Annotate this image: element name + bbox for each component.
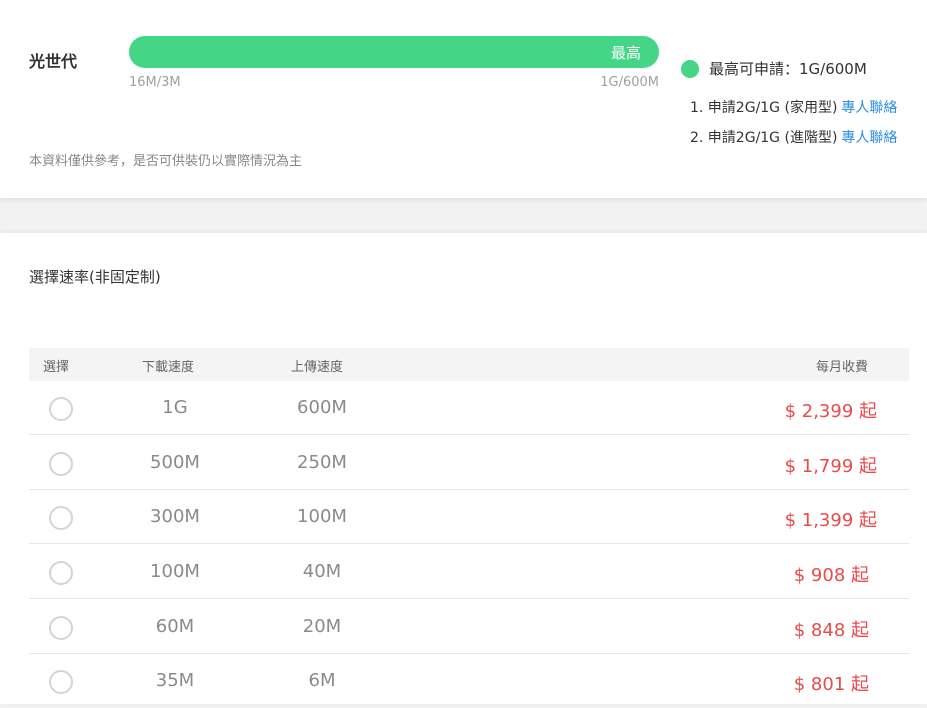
disclaimer-text: 本資料僅供參考，是否可供裝仍以實際情況為主 bbox=[29, 154, 303, 169]
radio-button[interactable] bbox=[49, 616, 73, 640]
header-select: 選擇 bbox=[43, 360, 70, 375]
table-row[interactable]: 500M 250M $ 1,799 起 bbox=[29, 436, 909, 490]
section-title: 選擇速率(非固定制) bbox=[29, 268, 161, 286]
upload-speed: 40M bbox=[302, 561, 342, 582]
upload-speed: 100M bbox=[297, 506, 347, 527]
provider-name: 光世代 bbox=[29, 52, 78, 71]
upload-speed: 20M bbox=[302, 616, 342, 637]
radio-button[interactable] bbox=[49, 670, 73, 694]
download-speed: 300M bbox=[150, 506, 200, 527]
legend-text: 最高可申請：1G/600M bbox=[709, 60, 867, 78]
header-upload: 上傳速度 bbox=[291, 360, 344, 375]
monthly-price: $ 908 起 bbox=[793, 565, 869, 586]
download-speed: 500M bbox=[150, 452, 200, 473]
radio-button[interactable] bbox=[49, 506, 73, 530]
speed-bar-max-label: 1G/600M bbox=[600, 75, 659, 90]
plan-item: 1. 申請2G/1G (家用型) 專人聯絡 bbox=[690, 97, 897, 117]
upload-speed: 250M bbox=[297, 452, 347, 473]
speed-bar: 最高 bbox=[129, 36, 659, 68]
contact-link[interactable]: 專人聯絡 bbox=[841, 100, 897, 116]
table-row[interactable]: 35M 6M $ 801 起 bbox=[29, 654, 909, 708]
monthly-price: $ 1,799 起 bbox=[784, 456, 877, 477]
table-header: 選擇 下載速度 上傳速度 每月收費 bbox=[29, 348, 909, 381]
radio-button[interactable] bbox=[49, 452, 73, 476]
radio-button[interactable] bbox=[49, 561, 73, 585]
download-speed: 35M bbox=[155, 670, 195, 691]
table-row[interactable]: 60M 20M $ 848 起 bbox=[29, 600, 909, 654]
header-download: 下載速度 bbox=[142, 360, 195, 375]
speed-bar-min-label: 16M/3M bbox=[129, 75, 181, 90]
monthly-price: $ 801 起 bbox=[793, 674, 869, 695]
table-row[interactable]: 1G 600M $ 2,399 起 bbox=[29, 381, 909, 435]
monthly-price: $ 848 起 bbox=[793, 620, 869, 641]
table-row[interactable]: 300M 100M $ 1,399 起 bbox=[29, 490, 909, 544]
legend: 最高可申請：1G/600M bbox=[681, 58, 867, 79]
plan-item-text: 2. 申請2G/1G (進階型) bbox=[690, 130, 838, 146]
radio-button[interactable] bbox=[49, 397, 73, 421]
plan-item: 2. 申請2G/1G (進階型) 專人聯絡 bbox=[690, 127, 897, 147]
download-speed: 100M bbox=[150, 561, 200, 582]
upload-speed: 6M bbox=[308, 670, 336, 691]
download-speed: 1G bbox=[162, 397, 188, 418]
monthly-price: $ 1,399 起 bbox=[784, 510, 877, 531]
upload-speed: 600M bbox=[297, 397, 347, 418]
availability-card: 光世代 最高 16M/3M 1G/600M 本資料僅供參考，是否可供裝仍以實際情… bbox=[0, 0, 927, 198]
header-price: 每月收費 bbox=[816, 360, 869, 375]
speed-bar-label: 最高 bbox=[610, 44, 641, 62]
legend-dot-icon bbox=[681, 59, 699, 78]
monthly-price: $ 2,399 起 bbox=[784, 401, 877, 422]
table-row[interactable]: 100M 40M $ 908 起 bbox=[29, 545, 909, 599]
plan-item-text: 1. 申請2G/1G (家用型) bbox=[690, 100, 838, 116]
contact-link[interactable]: 專人聯絡 bbox=[841, 130, 897, 146]
download-speed: 60M bbox=[155, 616, 195, 637]
